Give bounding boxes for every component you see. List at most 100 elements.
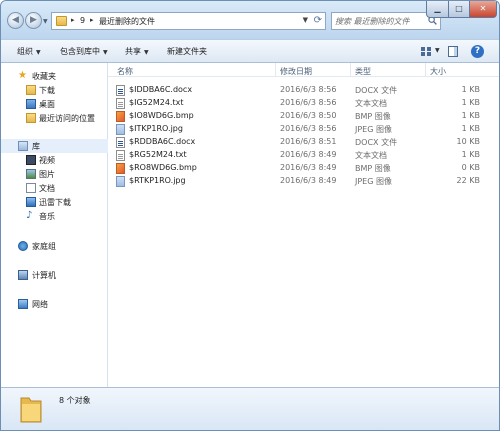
file-size: 1 KB [461,150,480,159]
file-row[interactable]: $IO8WD6G.bmp 2016/6/3 8:50 BMP 图像 1 KB [108,110,499,123]
libraries-icon [18,141,28,151]
file-type: JPEG 图像 [355,125,392,134]
file-date: 2016/6/3 8:56 [280,85,337,94]
close-button[interactable]: ✕ [469,1,497,18]
column-header-date[interactable]: 修改日期 [280,66,312,77]
chevron-down-icon: ▼ [144,49,149,56]
chevron-down-icon[interactable]: ▼ [435,47,440,54]
back-button[interactable]: ◀ [7,12,24,29]
file-name: $RTKP1RO.jpg [129,176,186,185]
nav-label: 迅雷下载 [39,198,71,207]
file-row[interactable]: $IG52M24.txt 2016/6/3 8:56 文本文档 1 KB [108,97,499,110]
file-size: 1 KB [461,85,480,94]
file-type: BMP 图像 [355,112,391,121]
breadcrumb-arrow-icon[interactable]: ▸ [71,16,75,24]
organize-menu[interactable]: 组织 ▼ [17,46,41,57]
file-type: 文本文档 [355,99,387,108]
file-type: DOCX 文件 [355,138,398,147]
nav-item-network[interactable]: 网络 [1,297,108,311]
minimize-button[interactable]: ▁ [426,1,449,18]
chevron-down-icon[interactable]: ▼ [303,16,308,24]
music-icon: ♪ [26,210,33,221]
file-size: 0 KB [461,163,480,172]
include-in-library-menu[interactable]: 包含到库中 ▼ [60,46,108,57]
thunder-downloads-icon [26,197,36,207]
address-bar[interactable]: ▸ 9 ▸ 最近删除的文件 ▼ ⟳ [51,12,326,30]
breadcrumb-arrow-icon[interactable]: ▸ [90,16,94,24]
file-date: 2016/6/3 8:49 [280,176,337,185]
docx-file-icon [116,85,125,96]
file-name: $IG52M24.txt [129,98,184,107]
file-name: $RDDBA6C.docx [129,137,196,146]
maximize-button[interactable]: □ [448,1,470,18]
column-divider[interactable] [350,63,351,76]
forward-button[interactable]: ▶ [25,12,42,29]
nav-item-recent-places[interactable]: 最近访问的位置 [1,111,108,125]
file-row[interactable]: $RG52M24.txt 2016/6/3 8:49 文本文档 1 KB [108,149,499,162]
nav-item-thunder-downloads[interactable]: 迅雷下载 [1,195,108,209]
nav-item-favorites[interactable]: ★ 收藏夹 [1,69,108,83]
share-menu[interactable]: 共享 ▼ [125,46,149,57]
breadcrumb-segment[interactable]: 最近删除的文件 [99,16,155,27]
network-icon [18,299,28,309]
nav-item-libraries[interactable]: 库 [1,139,108,153]
column-header-name[interactable]: 名称 [117,66,133,77]
txt-file-icon [116,98,125,109]
nav-label: 下载 [39,86,55,95]
nav-item-desktop[interactable]: 桌面 [1,97,108,111]
search-input[interactable] [335,15,427,28]
file-row[interactable]: $IDDBA6C.docx 2016/6/3 8:56 DOCX 文件 1 KB [108,84,499,97]
details-pane: 8 个对象 [1,387,499,430]
star-icon: ★ [18,70,27,81]
column-header-type[interactable]: 类型 [355,66,371,77]
file-row[interactable]: $RO8WD6G.bmp 2016/6/3 8:49 BMP 图像 0 KB [108,162,499,175]
recent-places-icon [26,113,36,123]
nav-item-homegroup[interactable]: 家庭组 [1,239,108,253]
help-icon[interactable]: ? [471,45,484,58]
nav-item-documents[interactable]: 文档 [1,181,108,195]
file-row[interactable]: $RTKP1RO.jpg 2016/6/3 8:49 JPEG 图像 22 KB [108,175,499,188]
file-size: 1 KB [461,98,480,107]
documents-icon [26,183,36,193]
docx-file-icon [116,137,125,148]
nav-item-pictures[interactable]: 图片 [1,167,108,181]
search-box[interactable] [331,12,441,30]
file-name: $IO8WD6G.bmp [129,111,194,120]
nav-item-computer[interactable]: 计算机 [1,268,108,282]
folder-icon [20,397,42,423]
nav-item-videos[interactable]: 视频 [1,153,108,167]
bmp-file-icon [116,111,125,122]
desktop-icon [26,99,36,109]
recent-pages-dropdown[interactable]: ▼ [43,18,48,25]
preview-pane-icon[interactable] [448,46,458,57]
file-row[interactable]: $ITKP1RO.jpg 2016/6/3 8:56 JPEG 图像 1 KB [108,123,499,136]
refresh-icon[interactable]: ⟳ [314,15,322,26]
nav-item-downloads[interactable]: 下载 [1,83,108,97]
change-view-icon[interactable] [421,47,431,56]
file-size: 1 KB [461,111,480,120]
pictures-icon [26,169,36,179]
file-date: 2016/6/3 8:50 [280,111,337,120]
nav-label: 网络 [32,300,48,309]
file-name: $RG52M24.txt [129,150,187,159]
file-row[interactable]: $RDDBA6C.docx 2016/6/3 8:51 DOCX 文件 10 K… [108,136,499,149]
breadcrumb-segment[interactable]: 9 [80,16,85,25]
column-header-size[interactable]: 大小 [430,66,446,77]
column-divider[interactable] [275,63,276,76]
nav-label: 音乐 [39,212,55,221]
nav-label: 收藏夹 [32,72,56,81]
file-size: 22 KB [456,176,480,185]
file-size: 10 KB [456,137,480,146]
txt-file-icon [116,150,125,161]
jpg-file-icon [116,124,125,135]
file-name: $IDDBA6C.docx [129,85,193,94]
nav-label: 计算机 [32,271,56,280]
nav-item-music[interactable]: ♪ 音乐 [1,209,108,223]
column-divider[interactable] [425,63,426,76]
chevron-down-icon: ▼ [36,49,41,56]
new-folder-button[interactable]: 新建文件夹 [167,46,207,57]
organize-label: 组织 [17,47,33,56]
file-date: 2016/6/3 8:51 [280,137,337,146]
title-bar: ◀ ▶ ▼ ▸ 9 ▸ 最近删除的文件 ▼ ⟳ ▁ □ ✕ [1,1,499,39]
nav-label: 桌面 [39,100,55,109]
